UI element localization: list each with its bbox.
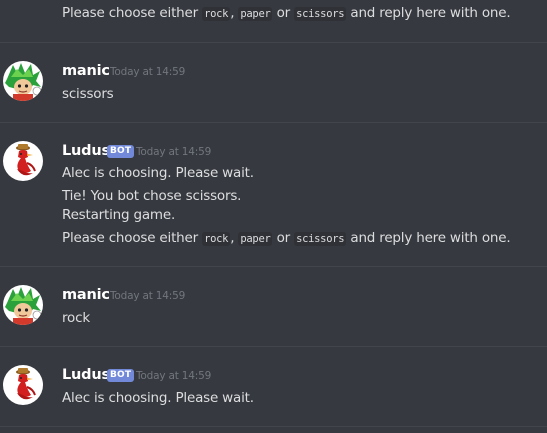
user-avatar[interactable] (3, 285, 43, 325)
timestamp: Today at 14:59 (110, 66, 186, 78)
message-divider (0, 426, 547, 427)
bot-badge: BOT (107, 145, 135, 158)
inline-code: paper (238, 7, 273, 21)
message-line: Please choose either rock, paper or scis… (62, 228, 511, 249)
message-text: , (230, 230, 235, 246)
red-bird-avatar-icon (3, 365, 43, 405)
inline-code: rock (202, 232, 231, 246)
message-divider (0, 42, 547, 43)
message-divider (0, 122, 547, 123)
green-spiky-hair-avatar-icon (3, 285, 43, 325)
message-text: Alec is choosing. Please wait. (62, 390, 254, 406)
inline-code: scissors (294, 232, 347, 246)
red-bird-avatar-icon (3, 141, 43, 181)
message-text: and reply here with one. (350, 5, 511, 21)
message-divider (0, 266, 547, 267)
message-text: or (276, 5, 291, 21)
user-avatar[interactable] (3, 61, 43, 101)
inline-code: rock (202, 7, 231, 21)
username[interactable]: manic (62, 286, 110, 304)
bot-avatar[interactable] (3, 141, 43, 181)
bot-badge: BOT (107, 369, 135, 382)
message-text: Restarting game. (62, 207, 176, 223)
timestamp: Today at 14:59 (136, 146, 212, 158)
message-text: and reply here with one. (350, 230, 511, 246)
message-text: Tie! You bot chose scissors. (62, 188, 242, 204)
message-text: scissors (62, 86, 114, 102)
timestamp: Today at 14:59 (136, 370, 212, 382)
message-divider (0, 346, 547, 347)
timestamp: Today at 14:59 (110, 290, 186, 302)
username[interactable]: Ludus (62, 366, 110, 384)
message-line: Please choose either rock, paper or scis… (62, 3, 511, 24)
message-text: , (230, 5, 235, 21)
message-text: or (276, 230, 291, 246)
bot-avatar[interactable] (3, 365, 43, 405)
username[interactable]: Ludus (62, 142, 110, 160)
chat-messages: Please choose either rock, paper or scis… (0, 0, 547, 433)
inline-code: scissors (294, 7, 347, 21)
inline-code: paper (238, 232, 273, 246)
message-text: Please choose either (62, 5, 198, 21)
message-text: Alec is choosing. Please wait. (62, 165, 254, 181)
green-spiky-hair-avatar-icon (3, 61, 43, 101)
username[interactable]: manic (62, 62, 110, 80)
message-text: Please choose either (62, 230, 198, 246)
message-text: rock (62, 310, 90, 326)
